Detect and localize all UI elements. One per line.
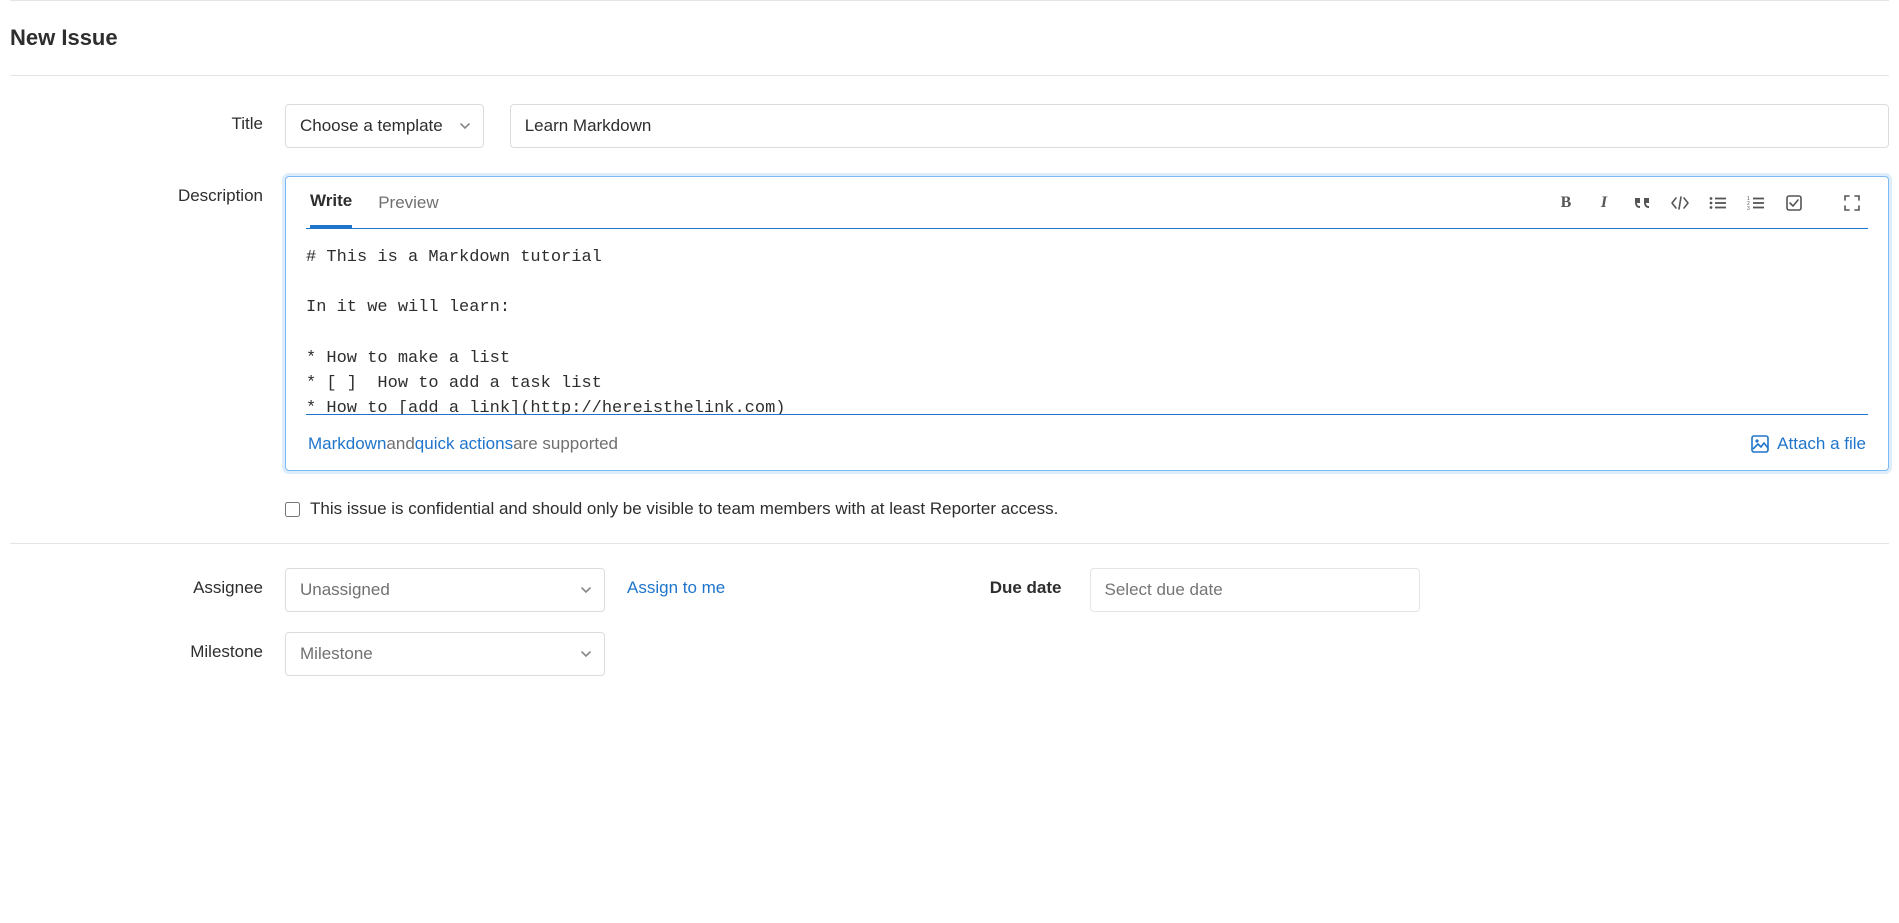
title-label: Title bbox=[10, 104, 285, 134]
chevron-down-icon bbox=[459, 120, 471, 132]
footer-and: and bbox=[386, 434, 414, 454]
chevron-down-icon bbox=[580, 584, 592, 596]
assignee-duedate-row: Assignee Unassigned Assign to me Due dat… bbox=[10, 568, 1889, 612]
tab-preview[interactable]: Preview bbox=[378, 179, 438, 227]
description-label: Description bbox=[10, 176, 285, 206]
chevron-down-icon bbox=[580, 648, 592, 660]
code-icon[interactable] bbox=[1668, 191, 1692, 215]
milestone-row: Milestone Milestone bbox=[10, 632, 1889, 676]
numbered-list-icon[interactable]: 123 bbox=[1744, 191, 1768, 215]
confidential-row: This issue is confidential and should on… bbox=[10, 499, 1889, 519]
bold-icon[interactable]: B bbox=[1554, 191, 1578, 215]
image-icon bbox=[1751, 435, 1769, 453]
milestone-label: Milestone bbox=[10, 632, 285, 662]
issue-form: Title Choose a template Description Writ… bbox=[10, 76, 1889, 704]
description-row: Description Write Preview B I bbox=[10, 176, 1889, 471]
assignee-select-value: Unassigned bbox=[300, 580, 390, 600]
confidential-label: This issue is confidential and should on… bbox=[310, 499, 1058, 519]
title-input[interactable] bbox=[510, 104, 1889, 148]
page-title: New Issue bbox=[10, 25, 1889, 51]
task-list-icon[interactable] bbox=[1782, 191, 1806, 215]
milestone-select-value: Milestone bbox=[300, 644, 373, 664]
fullscreen-icon[interactable] bbox=[1840, 191, 1864, 215]
milestone-select[interactable]: Milestone bbox=[285, 632, 605, 676]
title-row: Title Choose a template bbox=[10, 104, 1889, 148]
attach-file-label: Attach a file bbox=[1777, 434, 1866, 454]
markdown-link[interactable]: Markdown bbox=[308, 434, 386, 454]
template-select-value: Choose a template bbox=[300, 116, 443, 136]
assign-to-me-link[interactable]: Assign to me bbox=[627, 568, 725, 598]
assignee-label: Assignee bbox=[10, 568, 285, 598]
quote-icon[interactable] bbox=[1630, 191, 1654, 215]
bullet-list-icon[interactable] bbox=[1706, 191, 1730, 215]
description-textarea[interactable] bbox=[306, 245, 1868, 415]
assignee-select[interactable]: Unassigned bbox=[285, 568, 605, 612]
due-date-input[interactable] bbox=[1090, 568, 1420, 612]
editor-tabs: Write Preview B I bbox=[286, 177, 1888, 228]
editor-footer: Markdown and quick actions are supported… bbox=[286, 420, 1888, 470]
svg-text:3: 3 bbox=[1747, 206, 1750, 210]
description-editor: Write Preview B I bbox=[285, 176, 1889, 471]
italic-icon[interactable]: I bbox=[1592, 191, 1616, 215]
template-select[interactable]: Choose a template bbox=[285, 104, 484, 148]
footer-supported: are supported bbox=[513, 434, 618, 454]
attach-file-button[interactable]: Attach a file bbox=[1751, 434, 1866, 454]
tab-write[interactable]: Write bbox=[310, 177, 352, 228]
due-date-label: Due date bbox=[970, 568, 1090, 598]
section-divider bbox=[10, 543, 1889, 544]
quick-actions-link[interactable]: quick actions bbox=[415, 434, 513, 454]
page-header: New Issue bbox=[10, 0, 1889, 76]
editor-toolbar: B I 123 bbox=[1554, 191, 1864, 215]
confidential-checkbox[interactable] bbox=[285, 502, 300, 517]
